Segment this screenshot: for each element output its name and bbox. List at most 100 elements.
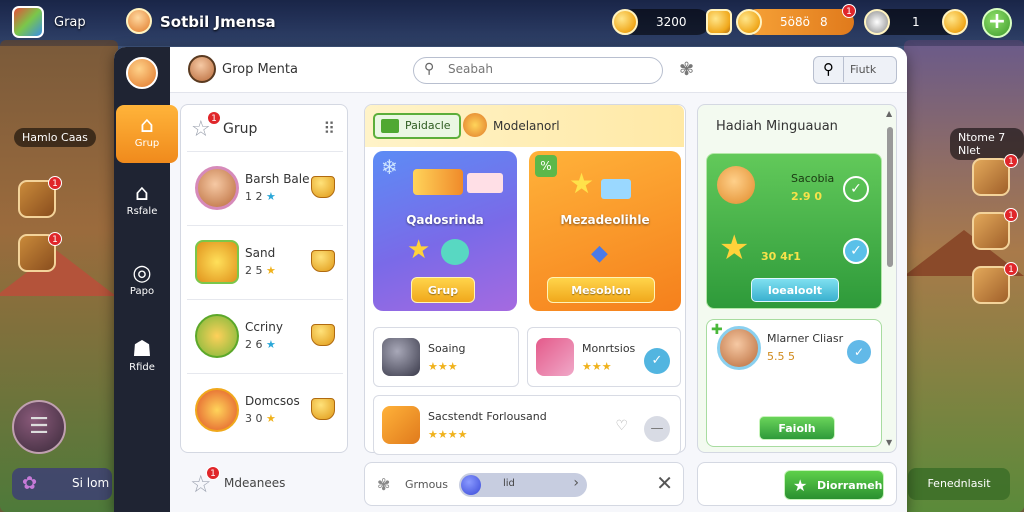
chat-button[interactable]: ☰: [12, 400, 66, 454]
list-item-rating: 2 5 ★: [245, 264, 276, 277]
remove-button[interactable]: —: [644, 416, 670, 442]
search-box[interactable]: ⚲: [413, 57, 663, 84]
check-icon[interactable]: ✓: [847, 340, 871, 364]
avatar[interactable]: [188, 55, 216, 83]
top-left-label: Grap: [54, 15, 86, 30]
list-item-name: Sand: [245, 246, 276, 260]
search-button[interactable]: ⚲ Fiutk: [813, 56, 897, 84]
list-item[interactable]: Barsh Bale 1 2 ★: [187, 151, 343, 223]
missions-subtitle: Modelanorl: [493, 119, 560, 133]
slider-knob-icon[interactable]: [461, 475, 481, 495]
player-avatar[interactable]: [126, 8, 152, 34]
reward-value: 2.9 0: [791, 190, 822, 203]
rewards-title: Hadiah Minguauan: [716, 119, 838, 134]
list-item[interactable]: Ccriny 2 6 ★: [187, 299, 343, 371]
ghost-icon: ☗: [132, 337, 152, 362]
home-icon: ⌂: [135, 181, 149, 206]
bottom-left-button[interactable]: ✿ Si lom: [12, 468, 112, 500]
scrollbar-thumb[interactable]: [887, 127, 893, 267]
window-header: Grop Menta ⚲ ✾ ⚲ Fiutk: [170, 47, 907, 93]
scrollbar[interactable]: ▲ ▼: [886, 109, 894, 447]
currency-gold-value: 3200: [656, 15, 687, 29]
reward-name: Sacobia: [791, 172, 835, 185]
search-icon: ⚲: [424, 61, 435, 77]
sidebar-item-home[interactable]: ⌂ Rsfale: [114, 173, 170, 231]
missions-header: Paidacle Modelanorl: [365, 105, 684, 147]
weight-icon: [382, 338, 420, 376]
trophy-icon: [311, 398, 335, 420]
rewards-footer-button[interactable]: ★ Diorrameh: [784, 470, 884, 500]
mission-row[interactable]: Soaing ★★★: [373, 327, 519, 387]
notification-badge: 1: [842, 4, 856, 18]
mesoblon-button[interactable]: Mesoblon: [547, 277, 655, 303]
notification-badge: 1: [48, 232, 62, 246]
trophy-icon: [311, 324, 335, 346]
mission-card-event[interactable]: % ★ Mezadeolihle ◆ Mesoblon: [529, 151, 681, 311]
rewards-footer: ★ Diorrameh: [697, 462, 897, 506]
bottom-left-label: Si lom: [72, 476, 110, 490]
star-icon: ★: [569, 167, 595, 200]
rewards-footer-label: Diorrameh: [817, 479, 883, 492]
list-item-rating: 2 6 ★: [245, 338, 276, 351]
sidebar-item-group[interactable]: ⌂ Grup: [116, 105, 178, 163]
close-icon[interactable]: ✕: [656, 471, 673, 495]
list-item-name: Ccriny: [245, 320, 283, 334]
list-item[interactable]: Domcsos 3 0 ★: [187, 373, 343, 445]
search-input[interactable]: [448, 62, 648, 76]
weekly-rewards-panel: Hadiah Minguauan ▲ ▼ Sacobia 2.9 0 ✓ ★ 3…: [697, 104, 897, 453]
bottom-right-button[interactable]: Fenednlasit: [908, 468, 1010, 500]
page-title: Grop Menta: [222, 62, 298, 77]
group-button[interactable]: Grup: [411, 277, 475, 303]
fox-icon: [717, 166, 755, 204]
mission-row-stars: ★★★: [582, 360, 612, 373]
reward-value: 30 4r1: [761, 250, 801, 263]
avatar[interactable]: [126, 57, 158, 89]
settings-flower-icon[interactable]: ✾: [679, 59, 694, 80]
missions-footer-label: Grmous: [405, 478, 449, 491]
claim-button[interactable]: ✓: [644, 348, 670, 374]
flower-icon: ✿: [22, 473, 38, 494]
tab-paidacle[interactable]: Paidacle: [373, 113, 461, 139]
coin-icon: [736, 9, 762, 35]
mission-row-name: Sacstendt Forlousand: [428, 410, 547, 423]
scroll-up-icon[interactable]: ▲: [886, 109, 892, 118]
blob-icon: [441, 239, 469, 265]
notification-badge: 1: [48, 176, 62, 190]
sidebar-item-ghost[interactable]: ☗ Rfide: [114, 329, 170, 387]
list-item-rating: 3 0 ★: [245, 412, 276, 425]
mission-card-group[interactable]: ❄ Qadosrinda ★ Grup: [373, 151, 517, 311]
group-footer-label: Mdeanees: [224, 476, 286, 490]
slider-control[interactable]: lid ›: [459, 473, 587, 497]
crystal-icon: [601, 179, 631, 199]
group-footer[interactable]: ☆ 1 Mdeanees: [180, 462, 348, 506]
mission-row-stars: ★★★★: [428, 428, 468, 441]
mission-row[interactable]: Sacstendt Forlousand ★★★★ ♡ —: [373, 395, 681, 455]
drag-handle-icon[interactable]: ⠿: [323, 119, 335, 138]
mission-row-name: Soaing: [428, 342, 466, 355]
currency-tickets-value: 1: [912, 15, 920, 29]
add-currency-button[interactable]: +: [982, 8, 1012, 38]
smile-coin-icon: [612, 9, 638, 35]
gift-box-icon: [413, 169, 463, 195]
claim-reward-button[interactable]: loealoolt: [751, 278, 839, 302]
diamond-icon: ◆: [591, 241, 608, 266]
scroll-down-icon[interactable]: ▼: [886, 438, 892, 447]
reward-name: Mlarner Cliasr: [767, 332, 844, 345]
cookie-icon: [463, 113, 487, 137]
background-left-label: Hamlo Caas: [14, 128, 96, 147]
list-item-name: Barsh Bale: [245, 172, 310, 186]
list-item[interactable]: Sand 2 5 ★: [187, 225, 343, 297]
finish-button[interactable]: Faiolh: [759, 416, 835, 440]
game-logo-icon[interactable]: [12, 6, 44, 38]
mission-row[interactable]: Monrtsios ★★★ ✓: [527, 327, 681, 387]
sidebar-item-compass[interactable]: ◎ Papo: [114, 253, 170, 311]
list-item-rating: 1 2 ★: [245, 190, 276, 203]
check-icon[interactable]: ✓: [843, 176, 869, 202]
check-icon[interactable]: ✓: [843, 238, 869, 264]
group-panel-title: Grup: [223, 121, 258, 137]
crate-icon: [195, 314, 239, 358]
golden-box-icon: [195, 240, 239, 284]
notification-badge: 1: [1004, 208, 1018, 222]
slider-value: lid: [503, 478, 515, 489]
settings-icon[interactable]: ✾: [377, 475, 390, 494]
